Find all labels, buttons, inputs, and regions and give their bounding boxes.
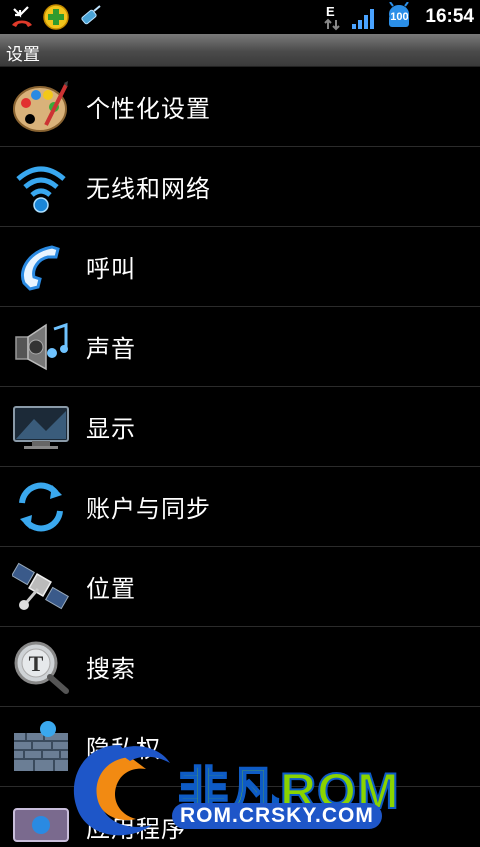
battery-icon: 100 — [385, 1, 413, 32]
settings-item-call[interactable]: 呼叫 — [0, 227, 480, 307]
search-icon: T — [14, 641, 69, 694]
battery-level: 100 — [390, 11, 409, 23]
settings-item-label: 无线和网络 — [86, 175, 211, 203]
watermark-url: ROM.CRSKY.COM — [172, 803, 382, 829]
watermark-logo — [73, 745, 170, 836]
sync-icon — [19, 482, 63, 532]
settings-item-label: 呼叫 — [86, 255, 136, 283]
satellite-icon — [12, 562, 69, 610]
settings-item-label: 位置 — [86, 575, 136, 603]
signal-strength-icon — [352, 9, 375, 29]
settings-item-label: 账户与同步 — [86, 495, 211, 523]
monitor-icon — [13, 406, 69, 449]
palette-icon — [13, 81, 68, 132]
network-data-icon: E — [324, 4, 341, 31]
settings-item-label: 搜索 — [86, 655, 136, 683]
watermark: 非凡ROM ROM.CRSKY.COM — [60, 735, 480, 847]
clock: 16:54 — [425, 6, 474, 27]
title-bar: 设置 — [0, 34, 480, 67]
svg-text:E: E — [326, 4, 335, 19]
app-plus-icon — [43, 4, 69, 30]
status-bar: E 100 16:54 — [0, 0, 480, 34]
notification-icons — [8, 3, 104, 31]
svg-text:T: T — [29, 651, 44, 676]
usb-debug-icon — [81, 5, 101, 25]
settings-item-location[interactable]: 位置 — [0, 547, 480, 627]
system-status: E 100 16:54 — [323, 1, 474, 32]
page-title: 设置 — [6, 45, 40, 65]
settings-item-personalize[interactable]: 个性化设置 — [0, 67, 480, 147]
settings-item-label: 显示 — [86, 415, 136, 443]
wifi-icon — [16, 166, 66, 213]
settings-item-accounts-sync[interactable]: 账户与同步 — [0, 467, 480, 547]
settings-item-wireless[interactable]: 无线和网络 — [0, 147, 480, 227]
settings-item-sound[interactable]: 声音 — [0, 307, 480, 387]
speaker-icon — [15, 322, 68, 371]
settings-item-label: 声音 — [86, 335, 136, 363]
phone-handset-icon — [21, 245, 60, 291]
settings-list: 个性化设置 无线和网络 呼叫 声音 显示 账户与同步 位置 T 搜索 — [0, 67, 480, 847]
settings-item-search[interactable]: T 搜索 — [0, 627, 480, 707]
missed-call-icon — [12, 6, 32, 27]
settings-item-label: 个性化设置 — [86, 95, 211, 123]
settings-item-display[interactable]: 显示 — [0, 387, 480, 467]
